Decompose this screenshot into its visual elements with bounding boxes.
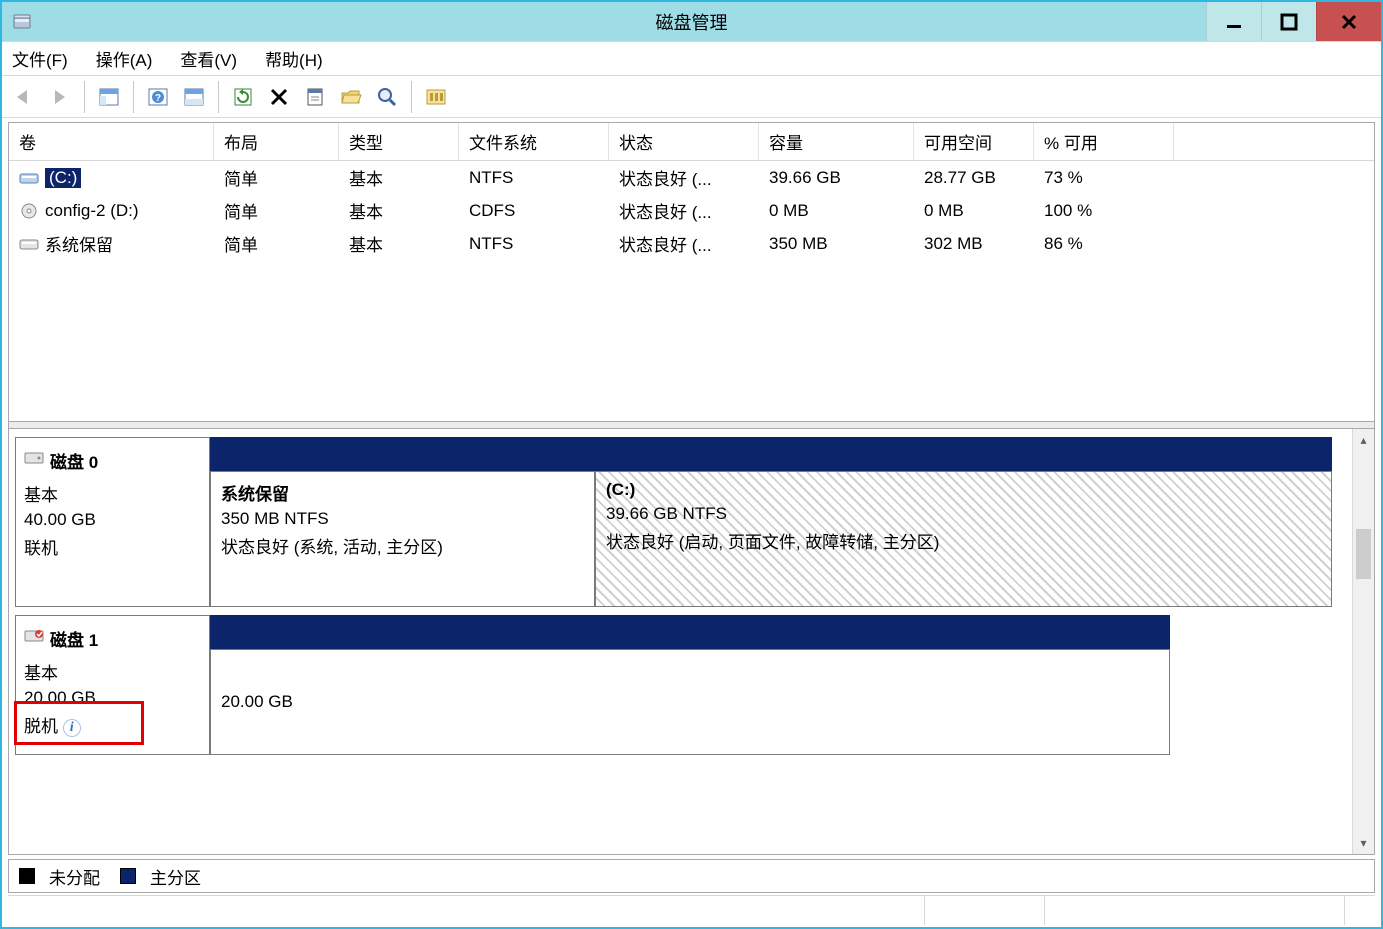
minimize-button[interactable] [1206,2,1261,41]
scroll-down-icon[interactable]: ▾ [1353,832,1374,854]
volume-name: 系统保留 [45,231,113,256]
disk-0-name: 磁盘 0 [50,448,98,473]
info-icon[interactable]: i [63,719,81,737]
show-hide-button[interactable] [93,81,125,113]
properties-button[interactable] [299,81,331,113]
partition-sysreserved[interactable]: 系统保留 350 MB NTFS 状态良好 (系统, 活动, 主分区) [210,471,595,607]
refresh-button[interactable] [227,81,259,113]
disk-row-1: 磁盘 1 基本 20.00 GB 脱机 i 20.00 GB [15,615,1332,755]
close-button[interactable] [1316,2,1381,41]
volume-row-sysreserved[interactable]: 系统保留 简单 基本 NTFS 状态良好 (... 350 MB 302 MB … [9,227,1374,260]
volume-name: (C:) [45,168,81,188]
volume-row-c[interactable]: (C:) 简单 基本 NTFS 状态良好 (... 39.66 GB 28.77… [9,161,1374,194]
col-layout[interactable]: 布局 [214,123,339,160]
col-volume[interactable]: 卷 [9,123,214,160]
disk-0-partitions: 系统保留 350 MB NTFS 状态良好 (系统, 活动, 主分区) (C:)… [210,437,1332,607]
volume-list-body: (C:) 简单 基本 NTFS 状态良好 (... 39.66 GB 28.77… [9,161,1374,421]
status-cell-3 [1045,896,1345,925]
disk-1-meta[interactable]: 磁盘 1 基本 20.00 GB 脱机 i [15,615,210,755]
volume-list-panel: 卷 布局 类型 文件系统 状态 容量 可用空间 % 可用 (C:) 简单 基本 … [8,122,1375,422]
status-grip[interactable] [1345,896,1375,925]
col-type[interactable]: 类型 [339,123,459,160]
disk-management-window: 磁盘管理 文件(F) 操作(A) 查看(V) 帮助(H) ? 卷 [0,0,1383,929]
disk-1-name: 磁盘 1 [50,626,98,651]
title-bar[interactable]: 磁盘管理 [2,2,1381,42]
col-free[interactable]: 可用空间 [914,123,1034,160]
app-icon [12,12,32,32]
menu-action[interactable]: 操作(A) [96,46,153,71]
scroll-thumb[interactable] [1356,529,1371,579]
forward-button[interactable] [44,81,76,113]
svg-text:?: ? [155,93,161,104]
menu-bar: 文件(F) 操作(A) 查看(V) 帮助(H) [2,42,1381,76]
disk-graphical-panel: 磁盘 0 基本 40.00 GB 联机 系统保留 350 MB NTFS 状态良… [8,428,1375,855]
legend-label-unallocated: 未分配 [49,864,100,889]
col-capacity[interactable]: 容量 [759,123,914,160]
drive-icon [19,236,39,252]
status-bar [8,895,1375,925]
maximize-button[interactable] [1261,2,1316,41]
disk-0-type: 基本 [24,481,201,506]
disk-1-size: 20.00 GB [24,688,201,708]
status-cell-2 [925,896,1045,925]
menu-file[interactable]: 文件(F) [12,46,68,71]
drive-icon [19,170,39,186]
window-title: 磁盘管理 [2,9,1381,35]
disk-icon [24,450,44,471]
disk-1-type: 基本 [24,659,201,684]
volume-row-config2[interactable]: config-2 (D:) 简单 基本 CDFS 状态良好 (... 0 MB … [9,194,1374,227]
legend-swatch-unallocated [19,868,35,884]
window-buttons [1206,2,1381,41]
volume-list-header: 卷 布局 类型 文件系统 状态 容量 可用空间 % 可用 [9,123,1374,161]
disk-0-strip [210,437,1332,471]
legend-swatch-primary [120,868,136,884]
toolbar: ? [2,76,1381,118]
disk-0-size: 40.00 GB [24,510,201,530]
disk-1-state: 脱机 i [24,712,201,737]
delete-button[interactable] [263,81,295,113]
menu-help[interactable]: 帮助(H) [265,46,323,71]
partition-c[interactable]: (C:) 39.66 GB NTFS 状态良好 (启动, 页面文件, 故障转储,… [595,471,1332,607]
status-cell-1 [8,896,925,925]
col-status[interactable]: 状态 [609,123,759,160]
col-filesystem[interactable]: 文件系统 [459,123,609,160]
disk-row-0: 磁盘 0 基本 40.00 GB 联机 系统保留 350 MB NTFS 状态良… [15,437,1332,607]
back-button[interactable] [8,81,40,113]
disk-1-strip [210,615,1170,649]
menu-view[interactable]: 查看(V) [180,46,237,71]
partition-unallocated-20gb[interactable]: 20.00 GB [210,649,1170,755]
legend-label-primary: 主分区 [150,864,201,889]
volume-name: config-2 (D:) [45,201,139,221]
disk-0-meta[interactable]: 磁盘 0 基本 40.00 GB 联机 [15,437,210,607]
vertical-scrollbar[interactable]: ▴ ▾ [1352,429,1374,854]
disk-graphical-scroll[interactable]: 磁盘 0 基本 40.00 GB 联机 系统保留 350 MB NTFS 状态良… [9,429,1352,854]
col-pct[interactable]: % 可用 [1034,123,1174,160]
disk-1-partitions: 20.00 GB [210,615,1332,755]
legend: 未分配 主分区 [8,859,1375,893]
disk-offline-icon [24,628,44,649]
cd-icon [19,203,39,219]
settings-button[interactable] [420,81,452,113]
open-button[interactable] [335,81,367,113]
disk-0-state: 联机 [24,534,201,559]
help-button[interactable]: ? [142,81,174,113]
zoom-button[interactable] [371,81,403,113]
scroll-up-icon[interactable]: ▴ [1353,429,1374,451]
detail-panel-button[interactable] [178,81,210,113]
